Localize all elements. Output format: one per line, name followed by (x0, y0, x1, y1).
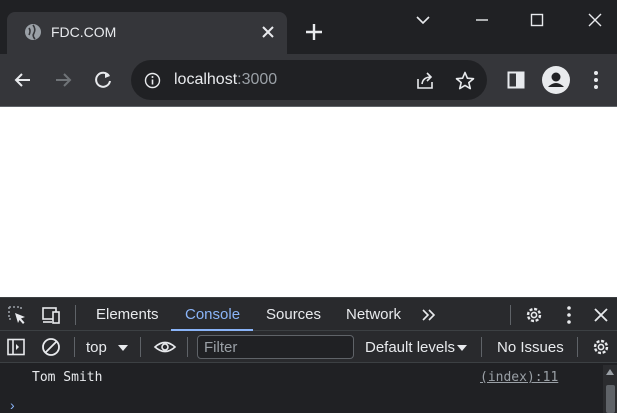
live-expression-eye-icon[interactable] (153, 336, 177, 358)
tab-title: FDC.COM (51, 24, 117, 40)
console-output[interactable]: Tom Smith (index):11 › (0, 363, 617, 413)
maximize-icon[interactable] (525, 8, 549, 32)
reload-icon[interactable] (92, 69, 114, 91)
url-port: :3000 (237, 71, 278, 88)
clear-console-icon[interactable] (40, 336, 62, 358)
globe-icon (25, 24, 41, 40)
url-text: localhost:3000 (174, 71, 277, 89)
log-levels-dropdown[interactable]: Default levels (365, 339, 455, 356)
scroll-up-arrow-icon[interactable] (606, 369, 614, 375)
profile-avatar[interactable] (542, 66, 570, 94)
divider (481, 337, 482, 357)
more-tabs-chevron-icon[interactable] (418, 304, 440, 326)
divider (510, 305, 511, 325)
devtools-panel: Elements Console Sources Network top Fil… (0, 297, 617, 413)
tab-network[interactable]: Network (346, 306, 401, 323)
divider (140, 337, 141, 357)
share-icon[interactable] (414, 70, 436, 92)
chevron-down-icon[interactable] (411, 8, 435, 32)
divider (75, 305, 76, 325)
issues-counter[interactable]: No Issues (497, 339, 564, 356)
kebab-menu-icon[interactable] (585, 69, 607, 91)
devtools-tab-bar: Elements Console Sources Network (0, 297, 617, 331)
page-viewport[interactable] (0, 106, 617, 297)
levels-caret-icon[interactable] (457, 345, 467, 351)
new-tab-plus-icon[interactable] (303, 21, 325, 43)
back-arrow-icon[interactable] (12, 69, 34, 91)
customize-kebab-icon[interactable] (558, 304, 580, 326)
divider (74, 337, 75, 357)
side-panel-icon[interactable] (505, 69, 527, 91)
address-bar[interactable]: localhost:3000 (131, 60, 487, 100)
console-toolbar: top Default levels No Issues (0, 331, 617, 363)
console-prompt[interactable]: › (10, 397, 15, 413)
context-selector[interactable]: top (86, 339, 107, 356)
tab-sources[interactable]: Sources (266, 306, 321, 323)
window-close-icon[interactable] (583, 8, 607, 32)
url-host: localhost (174, 71, 238, 88)
browser-tab[interactable]: FDC.COM (7, 12, 287, 54)
console-filter-input[interactable] (197, 335, 354, 359)
console-settings-gear-icon[interactable] (590, 336, 612, 358)
person-icon (548, 72, 564, 87)
console-scrollbar-thumb[interactable] (606, 385, 615, 413)
close-devtools-icon[interactable] (590, 304, 612, 326)
divider (187, 337, 188, 357)
minimize-icon[interactable] (470, 8, 494, 32)
settings-gear-icon[interactable] (523, 304, 545, 326)
forward-arrow-icon[interactable] (52, 69, 74, 91)
context-caret-icon[interactable] (118, 345, 128, 351)
tab-console[interactable]: Console (185, 306, 240, 323)
divider (577, 337, 578, 357)
browser-toolbar: localhost:3000 (0, 54, 617, 106)
device-toolbar-icon[interactable] (40, 304, 62, 326)
console-log-message: Tom Smith (32, 370, 103, 385)
close-tab-icon[interactable] (259, 23, 277, 41)
console-log-source-link[interactable]: (index):11 (480, 370, 558, 385)
tab-strip: FDC.COM (0, 0, 617, 54)
site-info-icon[interactable] (144, 72, 161, 89)
bookmark-star-icon[interactable] (454, 70, 476, 92)
show-sidebar-icon[interactable] (5, 336, 27, 358)
tab-elements[interactable]: Elements (96, 306, 159, 323)
inspect-element-icon[interactable] (6, 304, 28, 326)
